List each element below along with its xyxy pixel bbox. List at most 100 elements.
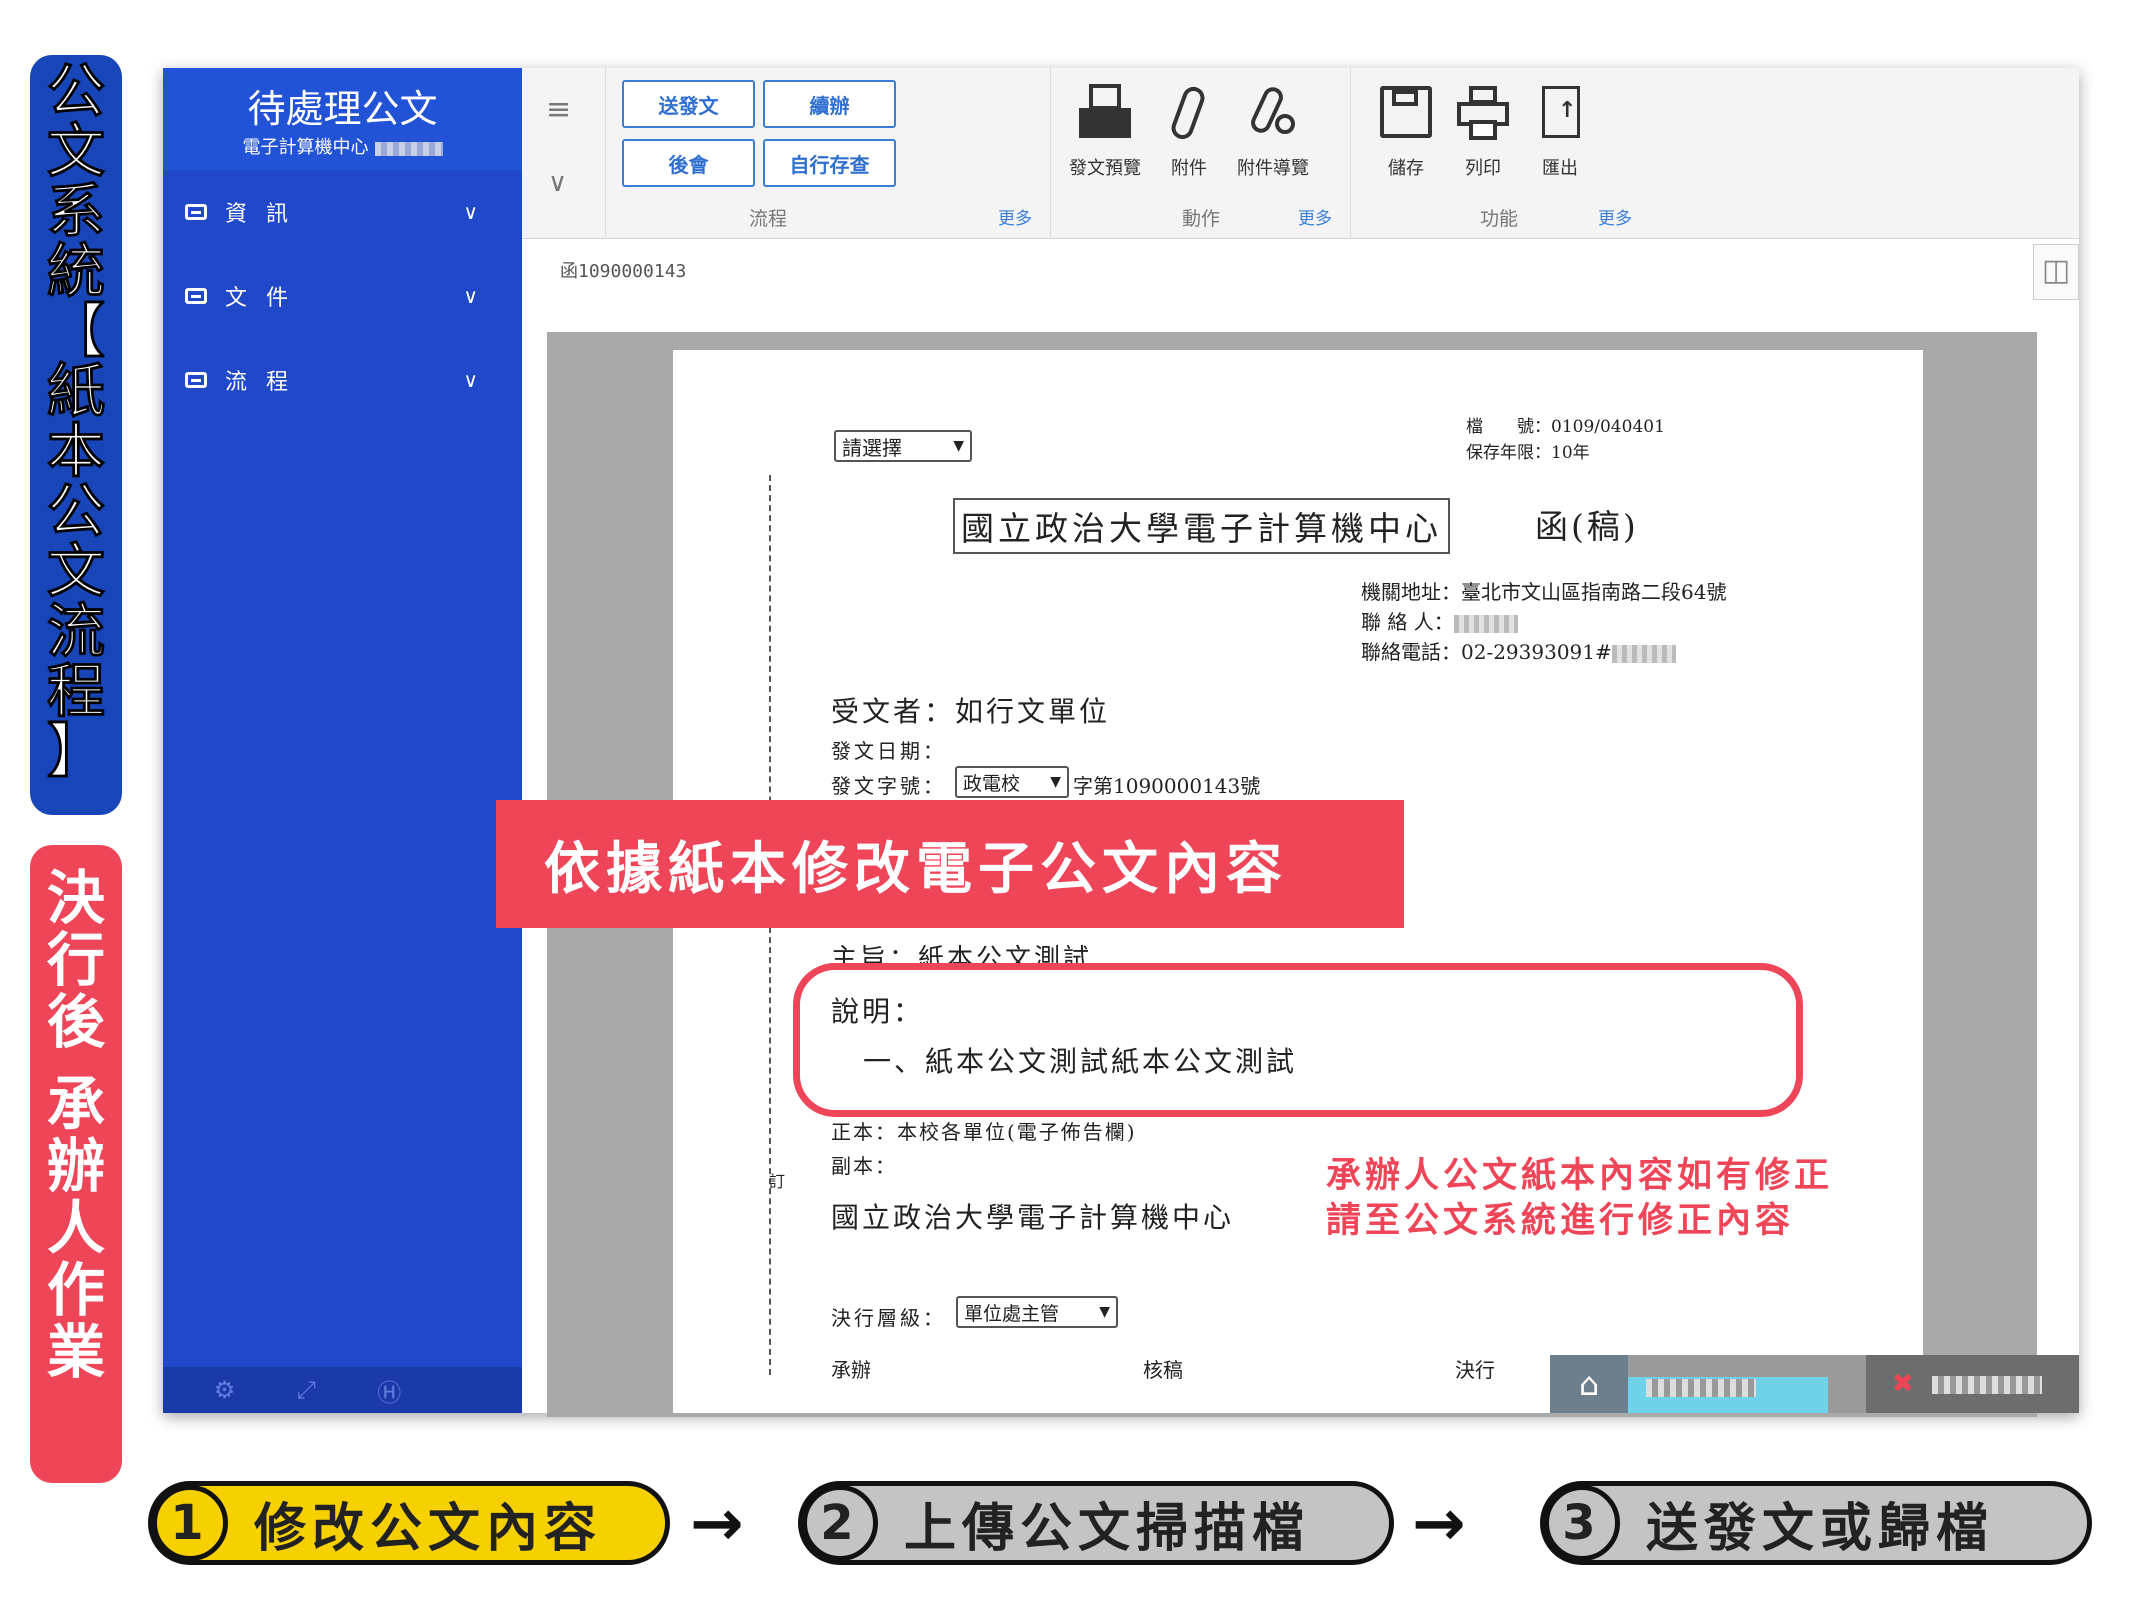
step-label: 上傳公文掃描檔 [904,1498,1311,1559]
sidebar-subtitle: 電子計算機中心 [242,137,369,158]
signature-org: 國立政治大學電子計算機中心 [831,1201,1235,1234]
file-number: 檔 號：0109/040401 [1466,417,1665,437]
chevron-down-icon: ▼ [953,438,964,454]
home-icon[interactable]: ⌂ [1550,1355,1628,1413]
sidebar-footer: ⚙ ⤢ Ⓗ [163,1367,522,1413]
retention-period: 保存年限：10年 [1466,443,1590,463]
org-address: 機關地址：臺北市文山區指南路二段64號 [1361,580,1727,604]
send-number-prefix-select[interactable]: 政電校 ▼ [955,766,1069,798]
attachment-tool[interactable]: 附件 [1144,83,1234,180]
group-label-flow: 流程 [749,208,788,230]
attachment-browse-tool[interactable]: 附件導覽 [1228,84,1318,180]
tag-char: 人 [46,1194,105,1262]
help-icon[interactable]: Ⓗ [377,1373,401,1408]
sidebar: 待處理公文 電子計算機中心 資 訊 ∨ 文 件 ∨ 流 程 ∨ ⚙ ⤢ Ⓗ [163,68,522,1413]
tag-char: 【 [46,297,105,365]
tag-char: 流 [46,597,105,665]
printer-preview-icon [1077,84,1133,144]
secondary-copy-field: 副本： [831,1154,897,1178]
panel-toggle-icon[interactable]: ◫ [2033,244,2079,300]
chevron-down-icon: ∨ [463,284,484,308]
tag-char: 程 [46,657,105,725]
system-flow-tag: 公 文 系 統 【 紙 本 公 文 流 程 】 [30,55,122,815]
contact-person: 聯 絡 人： [1361,606,1518,635]
save-icon [1378,84,1434,144]
tag-char: 紙 [46,357,105,425]
sign-column-review: 核稿 [1143,1358,1183,1382]
countersign-button[interactable]: 後會 [622,139,755,187]
step-1: 1 修改公文內容 [148,1481,670,1565]
margin-mark: 訂 [769,1172,786,1191]
main-copy-field: 正本：本校各單位(電子佈告欄) [831,1120,1137,1144]
instruction-banner: 依據紙本修改電子公文內容 [496,800,1404,928]
preview-tool[interactable]: 發文預覽 [1060,84,1150,180]
send-number-label: 發文字號： [831,774,946,798]
attachment-search-icon [1245,84,1301,144]
tool-label: 附件導覽 [1237,158,1309,179]
tag-char: 】 [46,717,105,785]
sidebar-item-workflow[interactable]: 流 程 ∨ [163,338,522,422]
tool-label: 發文預覽 [1069,158,1141,179]
sign-column-approve: 決行 [1455,1358,1495,1382]
tag-char: 行 [46,926,105,994]
sidebar-item-documents[interactable]: 文 件 ∨ [163,254,522,338]
more-link-flow[interactable]: 更多 [998,204,1032,229]
redacted-text [1931,1375,2042,1394]
tag-char: 決 [46,864,105,932]
chevron-down-icon[interactable]: ∨ [548,168,567,198]
sidebar-item-info[interactable]: 資 訊 ∨ [163,170,522,254]
tag-char: 文 [46,117,105,185]
tool-label: 匯出 [1542,158,1578,179]
close-icon[interactable]: ✖ [1892,1369,1914,1399]
self-archive-button[interactable]: 自行存查 [763,139,896,187]
continue-processing-button[interactable]: 續辦 [763,80,896,128]
group-label-function: 功能 [1480,208,1519,230]
contact-label: 聯 絡 人： [1361,610,1454,634]
chevron-down-icon: ▼ [1099,1304,1110,1320]
more-link-function[interactable]: 更多 [1598,204,1632,229]
approval-level-label: 決行層級： [831,1306,946,1330]
redacted-text [1646,1378,1756,1397]
inbox-icon [185,204,207,220]
org-title[interactable]: 國立政治大學電子計算機中心 [953,498,1450,554]
select-value: 請選擇 [842,435,902,460]
note-line-2: 請至公文系統進行修正內容 [1326,1201,1795,1241]
send-document-button[interactable]: 送發文 [622,80,755,128]
approval-level-select[interactable]: 單位處主管 ▼ [956,1296,1118,1328]
template-select[interactable]: 請選擇 ▼ [834,430,972,462]
export-tool[interactable]: ↑ 匯出 [1515,84,1605,180]
arrow-right-icon: → [1412,1487,1466,1561]
tag-char: 統 [46,237,105,305]
document-type: 函(稿) [1535,507,1639,546]
gear-icon[interactable]: ⚙ [214,1376,236,1404]
tag-char: 承 [46,1070,105,1138]
inbox-icon [185,288,207,304]
sort-icon[interactable]: ≡ [546,92,571,127]
expand-icon[interactable]: ⤢ [297,1376,316,1404]
tag-char: 文 [46,537,105,605]
step-2: 2 上傳公文掃描檔 [798,1481,1394,1565]
send-date-label: 發文日期： [831,739,946,763]
recipient-field[interactable]: 受文者：如行文單位 [831,690,1110,730]
sidebar-item-label: 文 件 [225,286,294,311]
redacted-text [374,141,443,156]
tag-char: 業 [46,1318,105,1386]
printer-icon [1455,84,1511,144]
paperclip-icon [1161,83,1217,144]
tag-char: 公 [46,57,105,125]
more-link-action[interactable]: 更多 [1298,204,1332,229]
after-approval-tag: 決 行 後 承 辦 人 作 業 [30,845,122,1483]
sidebar-item-label: 流 程 [225,370,294,395]
sidebar-item-label: 資 訊 [225,202,294,227]
redacted-text [1611,644,1676,663]
task-tab[interactable]: ✖ [1866,1355,2079,1413]
task-tab-active[interactable] [1628,1377,1828,1413]
ribbon-toolbar: ≡ ∨ 送發文 續辦 後會 自行存查 流程 更多 發文預覽 附件 附件導覽 動作… [522,68,2079,239]
chevron-down-icon: ▼ [1050,774,1061,790]
tag-char: 後 [46,988,105,1056]
chevron-down-icon: ∨ [463,368,484,392]
step-number: 3 [1544,1485,1620,1561]
export-icon: ↑ [1532,84,1588,144]
inbox-icon [185,372,207,388]
group-label-action: 動作 [1182,208,1221,230]
